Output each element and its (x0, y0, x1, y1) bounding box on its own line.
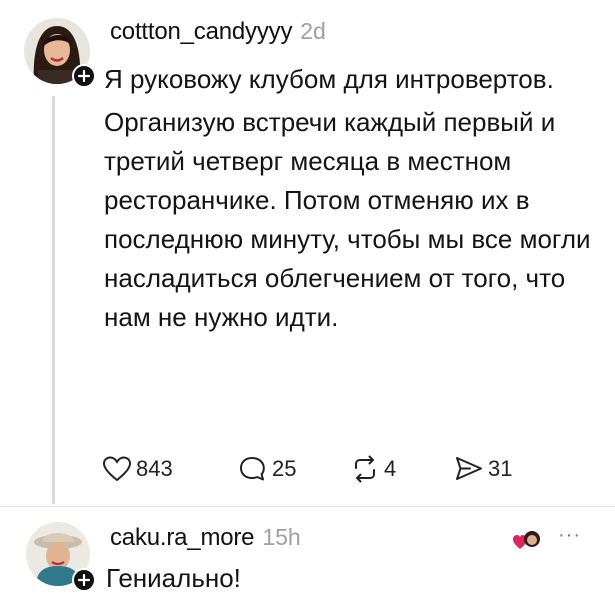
post-username[interactable]: cottton_candyyyy (110, 18, 292, 46)
heart-icon (102, 456, 132, 482)
post-body: Я руковожу клубом для интровертов. Орган… (104, 60, 609, 337)
more-icon[interactable]: ··· (558, 524, 581, 547)
follow-plus-icon[interactable] (72, 568, 96, 592)
comment-icon (240, 457, 265, 481)
reply-count: 25 (272, 456, 297, 481)
divider (0, 506, 615, 507)
like-count: 843 (136, 456, 173, 481)
share-count: 31 (488, 456, 513, 481)
repost-icon (355, 455, 375, 483)
post-time: 2d (300, 18, 326, 44)
like-button[interactable]: 843 (102, 455, 238, 483)
repost-count: 4 (384, 456, 397, 481)
post-paragraph: Я руковожу клубом для интровертов. (104, 64, 554, 94)
avatar-caku-ra-more[interactable] (26, 522, 96, 592)
avatar-cottton-candyyyy[interactable] (24, 18, 96, 88)
repost-button[interactable]: 4 (350, 455, 454, 483)
threads-screenshot: cottton_candyyyy 2d Я руковожу клубом дл… (0, 0, 615, 614)
post-header: cottton_candyyyy 2d (110, 18, 326, 46)
heart-face-icon[interactable] (512, 527, 542, 553)
reply-header: caku.ra_more 15h (110, 524, 301, 552)
post-actions: 843 25 4 31 (102, 452, 512, 486)
share-icon (456, 457, 482, 480)
follow-plus-icon[interactable] (72, 64, 96, 88)
reply-time: 15h (262, 524, 301, 550)
share-button[interactable]: 31 (454, 455, 512, 483)
reply-username[interactable]: caku.ra_more (110, 524, 255, 552)
reply-body: Гениально! (106, 563, 241, 593)
post-paragraph: Организую встречи каждый первый и третий… (104, 107, 591, 332)
reply-button[interactable]: 25 (238, 455, 350, 483)
thread-line (52, 96, 55, 504)
